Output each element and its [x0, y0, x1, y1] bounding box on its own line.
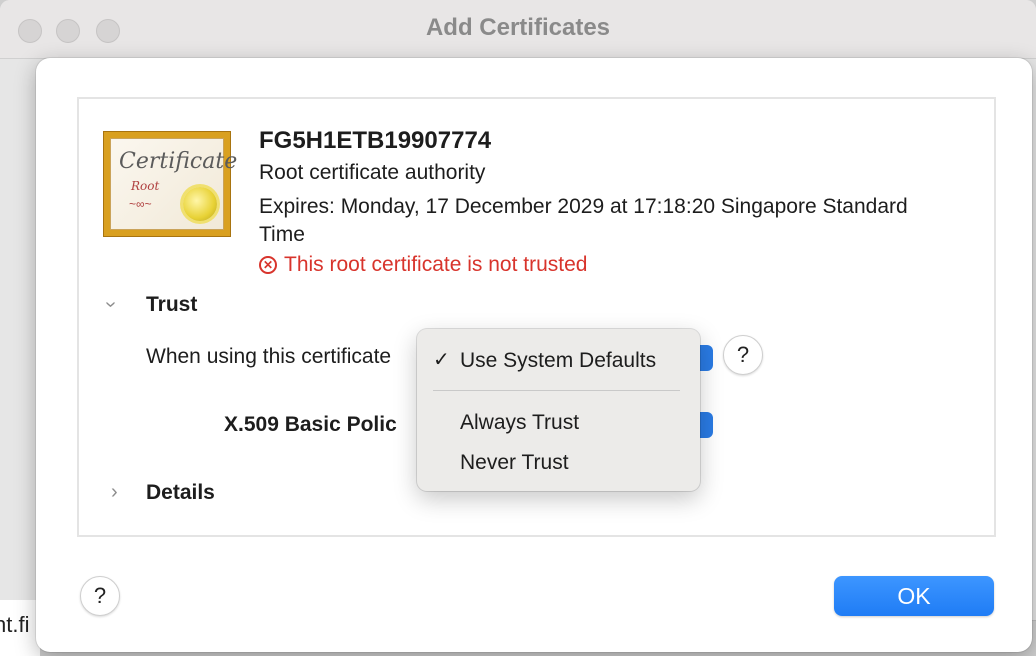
certificate-type: Root certificate authority	[259, 161, 486, 184]
trust-status: ✕ This root certificate is not trusted	[259, 253, 587, 277]
checkmark-icon: ✓	[433, 349, 450, 371]
flourish-icon: ~∞~	[129, 197, 152, 211]
menu-item-label: Always Trust	[460, 411, 580, 434]
certificate-expiry: Expires: Monday, 17 December 2029 at 17:…	[259, 195, 908, 246]
trust-disclosure-chevron-icon[interactable]: ›	[99, 301, 122, 308]
ok-button[interactable]: OK	[834, 576, 994, 616]
seal-icon	[183, 187, 217, 221]
certificate-icon-subtext: Root	[131, 179, 160, 193]
background-text: nt.fi	[0, 612, 30, 637]
title-bar: Add Certificates	[0, 0, 1036, 59]
menu-item-label: Use System Defaults	[460, 349, 657, 372]
details-section-title[interactable]: Details	[146, 481, 215, 505]
window-title: Add Certificates	[425, 14, 611, 41]
when-using-label: When using this certificate	[146, 345, 392, 368]
trust-dropdown-menu: ✓ Use System Defaults Always Trust Never…	[417, 329, 700, 491]
menu-separator	[433, 390, 680, 391]
menu-item-label: Never Trust	[460, 451, 569, 474]
error-icon: ✕	[259, 256, 277, 274]
help-button[interactable]: ?	[80, 576, 120, 616]
trust-section-title[interactable]: Trust	[146, 293, 197, 317]
trust-help-button[interactable]: ?	[723, 335, 763, 375]
certificate-name: FG5H1ETB19907774	[259, 127, 492, 154]
trust-status-text: This root certificate is not trusted	[284, 253, 588, 276]
certificate-icon: Certificate Root ~∞~	[103, 131, 237, 237]
details-disclosure-chevron-icon[interactable]: ›	[111, 481, 118, 504]
menu-item-never-trust[interactable]: Never Trust	[417, 445, 700, 479]
x509-policy-label: X.509 Basic Polic	[224, 413, 397, 436]
certificate-icon-text: Certificate	[119, 149, 238, 174]
menu-item-use-system-defaults[interactable]: ✓ Use System Defaults	[417, 343, 700, 377]
menu-item-always-trust[interactable]: Always Trust	[417, 405, 700, 439]
